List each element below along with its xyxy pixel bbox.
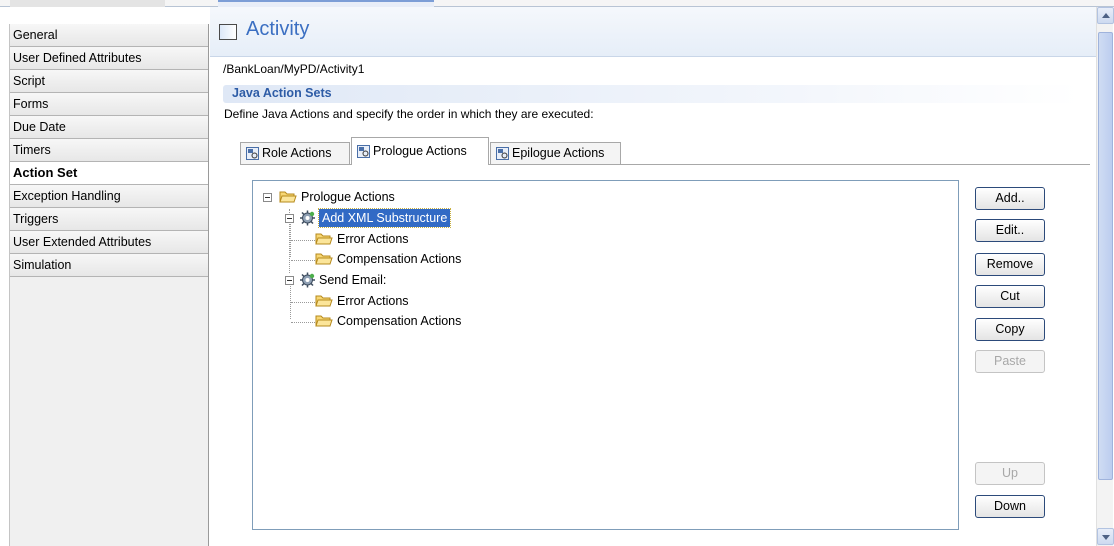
- tab-label: Epilogue Actions: [512, 146, 605, 160]
- main-panel: Activity /BankLoan/MyPD/Activity1 Java A…: [210, 7, 1096, 546]
- tree-node-error-actions[interactable]: Error Actions: [315, 291, 615, 311]
- tree-label: Send Email:: [319, 273, 387, 287]
- page-title: Activity: [246, 18, 310, 40]
- section-description: Define Java Actions and specify the orde…: [224, 107, 594, 121]
- tree-connector: [291, 322, 315, 323]
- paste-button[interactable]: Paste: [975, 350, 1045, 373]
- copy-button[interactable]: Copy: [975, 318, 1045, 341]
- tree-node-action[interactable]: Send Email:: [283, 270, 583, 290]
- sidebar-item-script[interactable]: Script: [10, 70, 208, 93]
- tab-label: Role Actions: [262, 146, 332, 160]
- folder-open-icon: [315, 315, 333, 327]
- folder-open-icon: [315, 253, 333, 265]
- tab-role-actions[interactable]: Role Actions: [240, 142, 350, 164]
- scroll-up-button[interactable]: [1097, 7, 1114, 24]
- tree-node-action[interactable]: Add XML Substructure: [283, 208, 583, 228]
- tree-label: Error Actions: [337, 294, 409, 308]
- sidebar-item-user-extended-attributes[interactable]: User Extended Attributes: [10, 231, 208, 254]
- sidebar-item-action-set[interactable]: Action Set: [10, 162, 208, 185]
- sidebar-item-timers[interactable]: Timers: [10, 139, 208, 162]
- sidebar-item-general[interactable]: General: [10, 24, 208, 47]
- tree-connector: [291, 302, 315, 303]
- tree-label: Compensation Actions: [337, 252, 462, 266]
- tab-label: Prologue Actions: [373, 144, 467, 158]
- tab-prologue-actions[interactable]: Prologue Actions: [351, 137, 489, 165]
- action-tree[interactable]: Prologue Actions Add XML Substructure Er…: [252, 180, 959, 530]
- sidebar-item-triggers[interactable]: Triggers: [10, 208, 208, 231]
- tree-label-selected: Add XML Substructure: [317, 208, 452, 228]
- sidebar-item-simulation[interactable]: Simulation: [10, 254, 208, 277]
- down-button[interactable]: Down: [975, 495, 1045, 518]
- folder-open-icon: [279, 191, 297, 203]
- vertical-scrollbar[interactable]: [1096, 7, 1114, 546]
- sidebar-item-due-date[interactable]: Due Date: [10, 116, 208, 139]
- tree-node-compensation-actions[interactable]: Compensation Actions: [315, 311, 615, 331]
- sidebar-item-user-defined-attributes[interactable]: User Defined Attributes: [10, 47, 208, 70]
- collapse-icon[interactable]: [285, 276, 294, 285]
- tree-label: Error Actions: [337, 232, 409, 246]
- editor-tab-active[interactable]: [218, 0, 434, 7]
- sidebar-item-exception-handling[interactable]: Exception Handling: [10, 185, 208, 208]
- editor-tab[interactable]: [10, 0, 165, 7]
- java-action-gear-icon: [300, 210, 315, 226]
- edit-button[interactable]: Edit..: [975, 219, 1045, 242]
- cut-button[interactable]: Cut: [975, 285, 1045, 308]
- tree-connector: [291, 240, 315, 241]
- property-sidebar: General User Defined Attributes Script F…: [9, 24, 209, 546]
- scroll-down-button[interactable]: [1097, 528, 1114, 545]
- tree-connector: [291, 260, 315, 261]
- folder-open-icon: [315, 295, 333, 307]
- remove-button[interactable]: Remove: [975, 253, 1045, 276]
- section-title: Java Action Sets: [232, 86, 332, 100]
- chevron-up-icon: [1102, 13, 1110, 18]
- add-button[interactable]: Add..: [975, 187, 1045, 210]
- collapse-icon[interactable]: [263, 193, 272, 202]
- tree-node-error-actions[interactable]: Error Actions: [315, 229, 615, 249]
- object-path: /BankLoan/MyPD/Activity1: [223, 62, 365, 76]
- section-header: Java Action Sets: [223, 85, 1080, 103]
- editor-tab-strip: [0, 0, 1114, 7]
- folder-open-icon: [315, 233, 333, 245]
- action-set-icon: [496, 146, 509, 160]
- activity-window-icon: [219, 24, 237, 40]
- tree-node-root[interactable]: Prologue Actions: [261, 187, 561, 207]
- page-header: Activity: [210, 7, 1096, 57]
- action-set-icon: [357, 144, 370, 158]
- chevron-down-icon: [1102, 535, 1110, 540]
- tree-label: Compensation Actions: [337, 314, 462, 328]
- up-button[interactable]: Up: [975, 462, 1045, 485]
- tree-label: Prologue Actions: [301, 190, 395, 204]
- java-action-gear-icon: [300, 272, 315, 288]
- scrollbar-thumb[interactable]: [1098, 32, 1113, 480]
- sidebar-item-forms[interactable]: Forms: [10, 93, 208, 116]
- window: General User Defined Attributes Script F…: [0, 0, 1114, 546]
- tree-node-compensation-actions[interactable]: Compensation Actions: [315, 249, 615, 269]
- action-set-icon: [246, 146, 259, 160]
- collapse-icon[interactable]: [285, 214, 294, 223]
- tab-epilogue-actions[interactable]: Epilogue Actions: [490, 142, 621, 164]
